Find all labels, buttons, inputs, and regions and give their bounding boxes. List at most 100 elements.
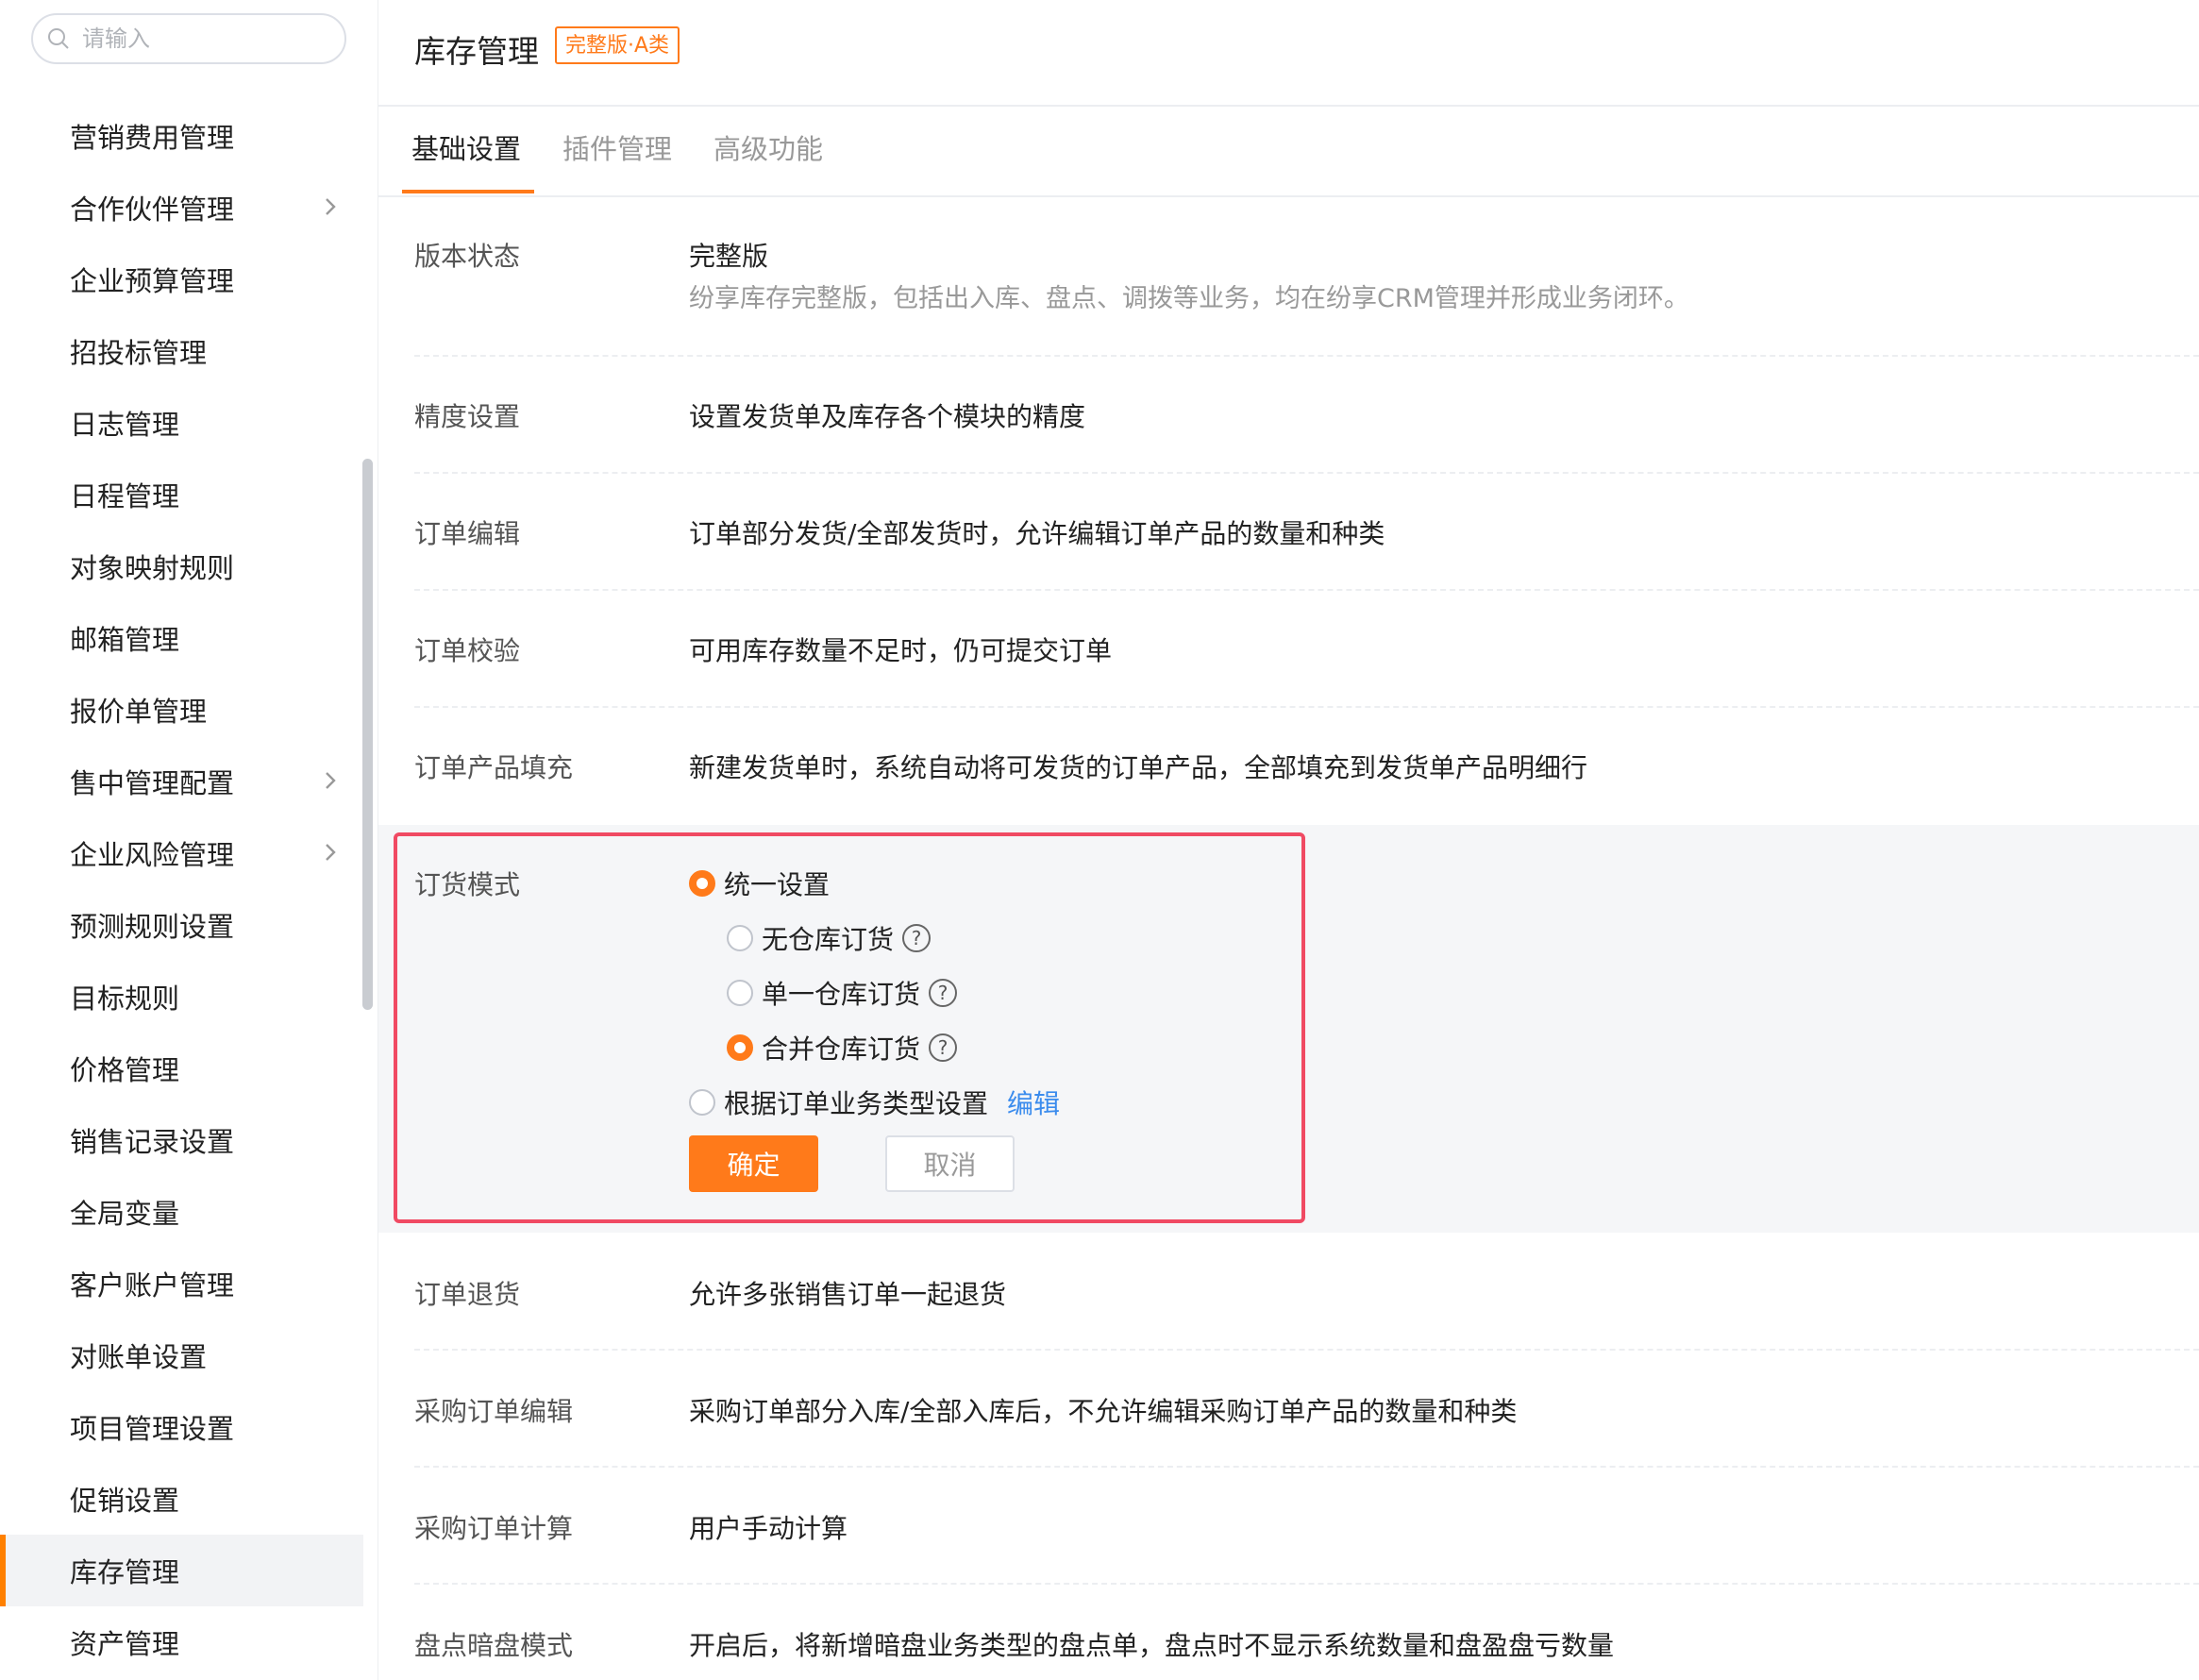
setting-label: 订单编辑 <box>414 518 521 549</box>
radio-button[interactable] <box>727 925 753 951</box>
sidebar-item-goal-rules[interactable]: 目标规则 <box>0 961 363 1033</box>
sidebar-item-label: 价格管理 <box>70 1054 180 1086</box>
sidebar-item-label: 售中管理配置 <box>70 767 235 799</box>
tab-basic-settings[interactable]: 基础设置 <box>411 127 521 167</box>
setting-value: 订单部分发货/全部发货时，允许编辑订单产品的数量和种类 <box>689 518 1385 549</box>
highlight-frame <box>394 832 1305 1223</box>
setting-description: 纷享库存完整版，包括出入库、盘点、调拨等业务，均在纷享CRM管理并形成业务闭环。 <box>689 284 1689 313</box>
sidebar-item-enterprise-risk[interactable]: 企业风险管理 <box>0 817 363 889</box>
radio-button[interactable] <box>727 980 753 1006</box>
radio-button[interactable] <box>689 1089 715 1116</box>
setting-label: 订单退货 <box>414 1279 521 1310</box>
radio-merged-warehouse[interactable]: 合并仓库订货 ? <box>727 1029 958 1067</box>
cancel-button[interactable]: 取消 <box>885 1135 1015 1192</box>
sidebar-item-label: 邮箱管理 <box>70 624 180 656</box>
radio-label: 单一仓库订货 <box>762 979 921 1010</box>
sidebar-item-partner[interactable]: 合作伙伴管理 <box>0 172 363 244</box>
radio-label: 合并仓库订货 <box>762 1033 921 1065</box>
sidebar-item-label: 日志管理 <box>70 409 180 441</box>
radio-button-checked[interactable] <box>689 870 715 897</box>
sidebar-item-label: 客户账户管理 <box>70 1269 235 1302</box>
sidebar-menu: 营销费用管理 合作伙伴管理 企业预算管理 招投标管理 日志管理 日程管理 对象映… <box>0 100 363 1678</box>
sidebar-item-promotion[interactable]: 促销设置 <box>0 1463 363 1535</box>
setting-label-order-mode: 订货模式 <box>414 869 521 900</box>
sidebar-item-forecast-rules[interactable]: 预测规则设置 <box>0 889 363 961</box>
sidebar-item-quotation[interactable]: 报价单管理 <box>0 674 363 746</box>
setting-label: 精度设置 <box>414 401 521 432</box>
sidebar-item-label: 企业风险管理 <box>70 839 235 871</box>
sidebar-item-schedule[interactable]: 日程管理 <box>0 459 363 530</box>
sidebar-scrollbar[interactable] <box>362 459 373 1010</box>
row-divider <box>414 1466 2199 1468</box>
sidebar-item-statement[interactable]: 对账单设置 <box>0 1319 363 1391</box>
sidebar-item-log[interactable]: 日志管理 <box>0 387 363 459</box>
setting-value: 可用库存数量不足时，仍可提交订单 <box>689 635 1113 666</box>
sidebar-item-label: 日程管理 <box>70 480 180 512</box>
main-content: 库存管理 完整版·A类 基础设置 插件管理 高级功能 版本状态 完整版 纷享库存… <box>378 0 2199 1680</box>
sidebar-item-project[interactable]: 项目管理设置 <box>0 1391 363 1463</box>
setting-value: 允许多张销售订单一起退货 <box>689 1279 1007 1310</box>
row-divider <box>414 1583 2199 1585</box>
sidebar-item-object-mapping[interactable]: 对象映射规则 <box>0 530 363 602</box>
setting-label: 盘点暗盘模式 <box>414 1630 574 1661</box>
active-tab-indicator <box>402 190 534 193</box>
page-title: 库存管理 <box>414 33 539 70</box>
sidebar-item-label: 报价单管理 <box>70 696 208 728</box>
sidebar-item-budget[interactable]: 企业预算管理 <box>0 244 363 315</box>
sidebar: 营销费用管理 合作伙伴管理 企业预算管理 招投标管理 日志管理 日程管理 对象映… <box>0 0 373 1680</box>
chevron-right-icon <box>326 844 336 861</box>
radio-button-checked[interactable] <box>727 1034 753 1061</box>
sidebar-item-label: 资产管理 <box>70 1628 180 1660</box>
setting-label: 订单产品填充 <box>414 752 574 783</box>
tab-advanced-features[interactable]: 高级功能 <box>713 127 823 167</box>
sidebar-item-assets[interactable]: 资产管理 <box>0 1606 363 1678</box>
help-icon[interactable]: ? <box>929 1033 958 1062</box>
sidebar-item-label: 目标规则 <box>70 983 180 1015</box>
edit-link[interactable]: 编辑 <box>1007 1084 1060 1121</box>
setting-label: 版本状态 <box>414 241 521 272</box>
sidebar-item-label: 预测规则设置 <box>70 911 235 943</box>
radio-label: 无仓库订货 <box>762 924 895 955</box>
sidebar-item-label: 招投标管理 <box>70 337 208 369</box>
radio-no-warehouse[interactable]: 无仓库订货 ? <box>727 919 932 957</box>
row-divider <box>414 355 2199 357</box>
sidebar-item-bidding[interactable]: 招投标管理 <box>0 315 363 387</box>
chevron-right-icon <box>326 772 336 789</box>
search-icon <box>48 28 69 49</box>
sidebar-item-label: 营销费用管理 <box>70 122 235 154</box>
row-divider <box>414 472 2199 474</box>
edition-badge: 完整版·A类 <box>555 26 680 64</box>
radio-unified-setting[interactable]: 统一设置 <box>689 865 830 902</box>
help-icon[interactable]: ? <box>929 979 958 1007</box>
row-divider <box>414 589 2199 591</box>
setting-label: 采购订单计算 <box>414 1513 574 1544</box>
sidebar-item-sales-record[interactable]: 销售记录设置 <box>0 1104 363 1176</box>
sidebar-item-marketing-cost[interactable]: 营销费用管理 <box>0 100 363 172</box>
tab-plugin-management[interactable]: 插件管理 <box>562 127 672 167</box>
help-icon[interactable]: ? <box>902 924 932 952</box>
setting-value: 新建发货单时，系统自动将可发货的订单产品，全部填充到发货单产品明细行 <box>689 752 1588 783</box>
search-input[interactable] <box>80 25 329 53</box>
chevron-right-icon <box>326 198 336 215</box>
sidebar-item-label: 企业预算管理 <box>70 265 235 297</box>
sidebar-item-label: 对象映射规则 <box>70 552 235 584</box>
sidebar-item-label: 全局变量 <box>70 1198 180 1230</box>
sidebar-item-inventory[interactable]: 库存管理 <box>0 1535 363 1606</box>
radio-by-order-type[interactable]: 根据订单业务类型设置 编辑 <box>689 1084 1060 1121</box>
row-divider <box>414 706 2199 708</box>
sidebar-item-label: 销售记录设置 <box>70 1126 235 1158</box>
sidebar-item-mailbox[interactable]: 邮箱管理 <box>0 602 363 674</box>
sidebar-item-customer-account[interactable]: 客户账户管理 <box>0 1248 363 1319</box>
sidebar-item-in-sale-config[interactable]: 售中管理配置 <box>0 746 363 817</box>
setting-value: 设置发货单及库存各个模块的精度 <box>689 401 1086 432</box>
setting-value: 采购订单部分入库/全部入库后，不允许编辑采购订单产品的数量和种类 <box>689 1396 1518 1427</box>
sidebar-item-label: 库存管理 <box>70 1556 180 1588</box>
radio-single-warehouse[interactable]: 单一仓库订货 ? <box>727 974 958 1012</box>
confirm-button[interactable]: 确定 <box>689 1135 818 1192</box>
setting-value: 完整版 <box>689 241 769 272</box>
sidebar-item-price[interactable]: 价格管理 <box>0 1033 363 1104</box>
page-header: 库存管理 完整版·A类 <box>378 0 2199 107</box>
sidebar-item-label: 合作伙伴管理 <box>70 193 235 226</box>
search-box[interactable] <box>31 13 346 64</box>
sidebar-item-global-variables[interactable]: 全局变量 <box>0 1176 363 1248</box>
